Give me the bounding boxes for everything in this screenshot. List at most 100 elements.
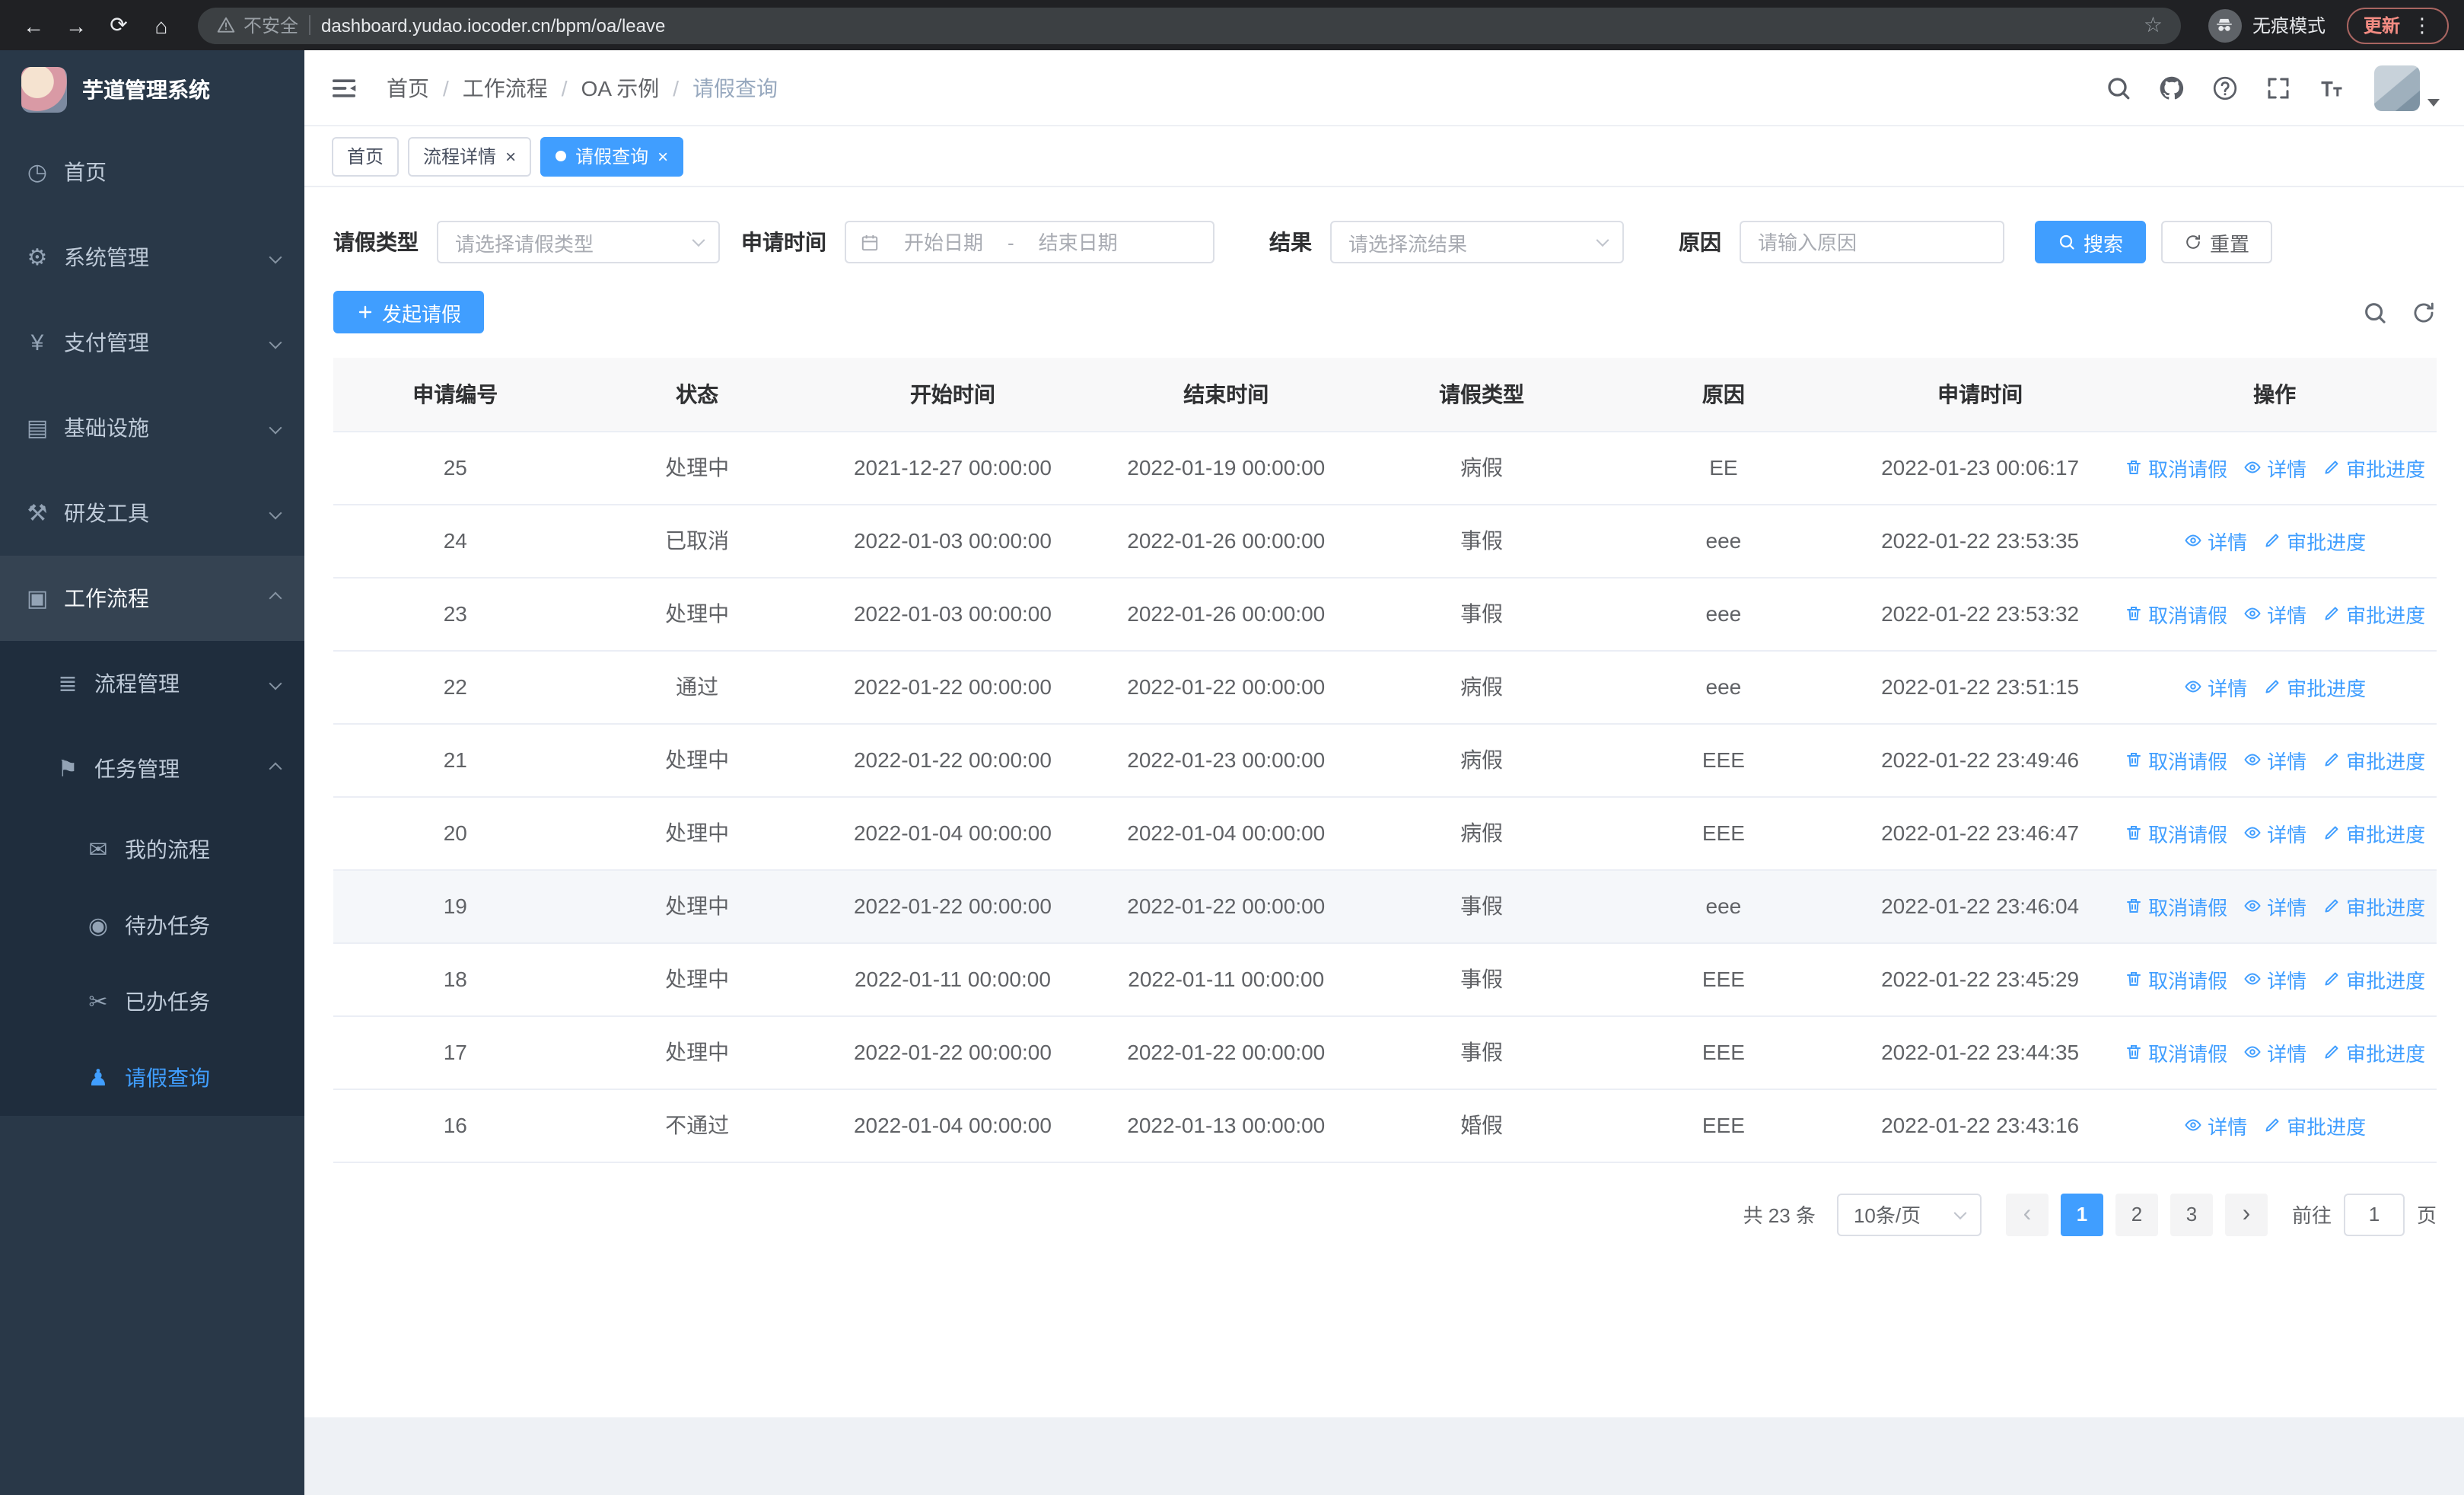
cell-reason: eee: [1599, 577, 1848, 651]
github-icon[interactable]: [2158, 74, 2185, 101]
update-chip[interactable]: 更新 ⋮: [2346, 7, 2449, 43]
goto-page: 前往 页: [2292, 1193, 2437, 1235]
sidebar-item-workflow[interactable]: ▣ 工作流程: [0, 556, 304, 641]
cancel-leave-link[interactable]: 取消请假: [2124, 818, 2227, 847]
detail-link[interactable]: 详情: [2243, 453, 2306, 482]
page-button-3[interactable]: 3: [2170, 1193, 2213, 1235]
detail-link[interactable]: 详情: [2243, 891, 2306, 920]
search-button[interactable]: 搜索: [2035, 221, 2147, 263]
sidebar-item-devtools[interactable]: ⚒ 研发工具: [0, 470, 304, 556]
sidebar-item-label: 基础设施: [64, 416, 149, 440]
reload-icon[interactable]: ⟳: [100, 7, 137, 43]
result-select[interactable]: 请选择流结果: [1330, 221, 1624, 263]
detail-link[interactable]: 详情: [2243, 964, 2306, 993]
breadcrumb-item[interactable]: 工作流程: [463, 72, 548, 103]
table-row: 21 处理中 2022-01-22 00:00:00 2022-01-23 00:00…: [333, 723, 2437, 797]
tab-process-detail[interactable]: 流程详情 ×: [408, 136, 532, 176]
goto-page-input[interactable]: [2343, 1193, 2405, 1235]
detail-link[interactable]: 详情: [2183, 526, 2247, 555]
sidebar-item-my-process[interactable]: ✉ 我的流程: [0, 811, 304, 888]
sidebar-item-system[interactable]: ⚙ 系统管理: [0, 215, 304, 300]
leave-type-select[interactable]: 请选择请假类型: [437, 221, 720, 263]
start-date-input[interactable]: [889, 231, 998, 253]
next-page-button[interactable]: ›: [2224, 1193, 2268, 1235]
user-menu[interactable]: [2374, 65, 2440, 110]
toggle-search-icon[interactable]: [2362, 299, 2388, 325]
approval-progress-link[interactable]: 审批进度: [2322, 1038, 2425, 1066]
address-bar[interactable]: 不安全 dashboard.yudao.iocoder.cn/bpm/oa/le…: [198, 7, 2181, 43]
detail-link[interactable]: 详情: [2243, 1038, 2306, 1066]
sidebar-item-infrastructure[interactable]: ▤ 基础设施: [0, 385, 304, 470]
approval-progress-link[interactable]: 审批进度: [2262, 1111, 2366, 1140]
reason-input[interactable]: [1740, 221, 2004, 263]
back-icon[interactable]: ←: [15, 7, 52, 43]
sidebar-item-home[interactable]: ◷ 首页: [0, 129, 304, 215]
app-header: 首页 / 工作流程 / OA 示例 / 请假查询: [304, 50, 2464, 126]
detail-link[interactable]: 详情: [2243, 818, 2306, 847]
tab-home[interactable]: 首页: [332, 136, 400, 176]
sidebar-item-label: 我的流程: [125, 837, 210, 862]
security-status[interactable]: 不安全: [216, 12, 298, 38]
approval-progress-link[interactable]: 审批进度: [2322, 745, 2425, 774]
detail-link[interactable]: 详情: [2183, 672, 2247, 701]
reset-button[interactable]: 重置: [2161, 221, 2273, 263]
approval-progress-link[interactable]: 审批进度: [2322, 818, 2425, 847]
eye-icon: ◉: [88, 913, 109, 939]
cancel-leave-link[interactable]: 取消请假: [2124, 599, 2227, 628]
bookmark-star-icon[interactable]: ☆: [2144, 12, 2163, 38]
approval-progress-link[interactable]: 审批进度: [2262, 672, 2366, 701]
sidebar-item-leave-query[interactable]: ♟ 请假查询: [0, 1040, 304, 1116]
close-tab-icon[interactable]: ×: [657, 147, 668, 165]
cell-leave-type: 事假: [1364, 1015, 1600, 1089]
action-label: 取消请假: [2148, 823, 2228, 846]
browser-menu-icon[interactable]: ⋮: [2412, 13, 2432, 37]
cancel-leave-link[interactable]: 取消请假: [2124, 745, 2227, 774]
approval-progress-link[interactable]: 审批进度: [2322, 599, 2425, 628]
column-header: 状态: [577, 358, 817, 432]
help-icon[interactable]: [2211, 74, 2239, 101]
cell-start-time: 2022-01-03 00:00:00: [817, 504, 1089, 578]
sidebar-item-done-tasks[interactable]: ✂ 已办任务: [0, 964, 304, 1040]
font-size-icon[interactable]: [2318, 74, 2345, 101]
breadcrumb-separator: /: [561, 75, 568, 100]
fullscreen-icon[interactable]: [2265, 74, 2292, 101]
cell-actions: 详情 审批进度: [2112, 504, 2437, 578]
breadcrumb-item[interactable]: OA 示例: [581, 72, 660, 103]
detail-link[interactable]: 详情: [2243, 599, 2306, 628]
cell-apply-time: 2022-01-22 23:44:35: [1847, 1015, 2113, 1089]
approval-progress-link[interactable]: 审批进度: [2322, 453, 2425, 482]
eye-icon: [2243, 897, 2261, 915]
total-count: 共 23 条: [1743, 1204, 1816, 1227]
cancel-leave-link[interactable]: 取消请假: [2124, 453, 2227, 482]
page-button-2[interactable]: 2: [2115, 1193, 2158, 1235]
approval-progress-link[interactable]: 审批进度: [2262, 526, 2366, 555]
menu-fold-icon[interactable]: [329, 72, 359, 103]
cell-status: 处理中: [577, 723, 817, 797]
prev-page-button[interactable]: ‹: [2005, 1193, 2049, 1235]
close-tab-icon[interactable]: ×: [505, 147, 516, 165]
approval-progress-link[interactable]: 审批进度: [2322, 891, 2425, 920]
sidebar-item-payment[interactable]: ¥ 支付管理: [0, 300, 304, 385]
sidebar-item-process-management[interactable]: ≣ 流程管理: [0, 641, 304, 726]
apply-time-range[interactable]: -: [845, 221, 1214, 263]
create-leave-button[interactable]: 发起请假: [333, 291, 485, 333]
detail-link[interactable]: 详情: [2243, 745, 2306, 774]
sidebar-item-todo-tasks[interactable]: ◉ 待办任务: [0, 888, 304, 964]
detail-link[interactable]: 详情: [2183, 1111, 2247, 1140]
page-button-1[interactable]: 1: [2060, 1193, 2103, 1235]
page-size-select[interactable]: 10条/页: [1836, 1193, 1982, 1235]
sidebar-item-task-management[interactable]: ⚑ 任务管理: [0, 726, 304, 811]
search-icon[interactable]: [2105, 74, 2132, 101]
end-date-input[interactable]: [1023, 231, 1133, 253]
refresh-table-icon[interactable]: [2411, 299, 2437, 325]
cancel-leave-link[interactable]: 取消请假: [2124, 964, 2227, 993]
tab-leave-query[interactable]: 请假查询 ×: [540, 136, 684, 176]
approval-progress-link[interactable]: 审批进度: [2322, 964, 2425, 993]
browser-home-icon[interactable]: ⌂: [143, 7, 180, 43]
cancel-leave-link[interactable]: 取消请假: [2124, 891, 2227, 920]
cancel-leave-link[interactable]: 取消请假: [2124, 1038, 2227, 1066]
breadcrumb-item[interactable]: 首页: [387, 72, 429, 103]
forward-icon[interactable]: →: [58, 7, 94, 43]
action-label: 详情: [2208, 1115, 2248, 1138]
chevron-up-icon: [269, 762, 282, 776]
